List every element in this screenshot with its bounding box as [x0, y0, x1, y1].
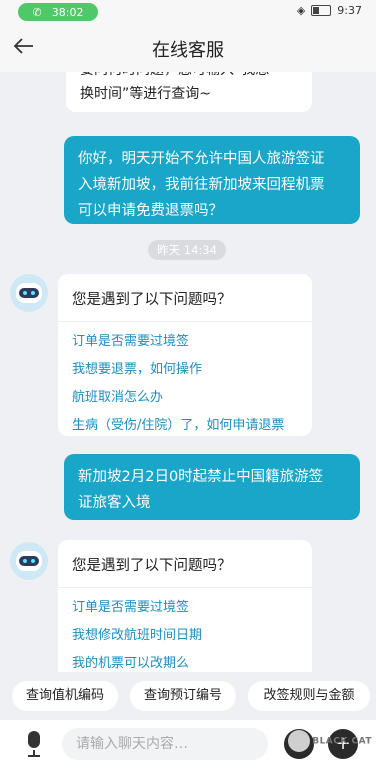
suggestion-link[interactable]: 我的机票可以改期么	[58, 650, 312, 672]
clock: 9:37	[337, 4, 362, 17]
status-bar: ✆ 38:02 ◈ 9:37	[0, 0, 376, 24]
microphone-icon[interactable]	[22, 731, 46, 757]
bot-avatar[interactable]	[10, 542, 48, 580]
bot-suggestion-card: 您是遇到了以下问题吗？ 订单是否需要过境签 我想修改航班时间日期 我的机票可以改…	[58, 540, 312, 672]
user-message: 新加坡2月2日0时起禁止中国籍旅游签 证旅客入境	[64, 454, 360, 520]
suggestion-link[interactable]: 航班取消怎么办	[58, 384, 312, 412]
suggestion-link[interactable]: 生病（受伤/住院）了，如何申请退票	[58, 412, 312, 440]
battery-icon	[311, 5, 332, 16]
bot-avatar[interactable]	[10, 274, 48, 312]
chat-input[interactable]: 请输入聊天内容…	[62, 728, 268, 760]
phone-icon: ✆	[32, 5, 42, 19]
bot-suggestion-card: 您是遇到了以下问题吗？ 订单是否需要过境签 我想要退票，如何操作 航班取消怎么办…	[58, 274, 312, 436]
bot-message-clipped: 要问何时问题，您可输入“我想 换时间”等进行查询~	[66, 72, 312, 112]
ongoing-call-pill[interactable]: ✆ 38:02	[18, 3, 98, 21]
quick-reply-chip[interactable]: 查询预订编号	[130, 681, 236, 711]
quick-reply-chip[interactable]: 改签规则与金额	[248, 681, 370, 711]
nav-header: 在线客服	[0, 24, 376, 72]
call-timer: 38:02	[51, 5, 84, 19]
watermark-text: BLACK CAT	[312, 736, 372, 747]
page-title: 在线客服	[152, 40, 224, 61]
quick-reply-chip[interactable]: 查询值机编码	[12, 681, 118, 711]
suggestion-link[interactable]: 订单是否需要过境签	[58, 594, 312, 622]
user-message-line: 入境新加坡，我前往新加坡来回程机票	[78, 177, 325, 193]
user-message-line: 新加坡2月2日0时起禁止中国籍旅游签	[78, 469, 324, 485]
watermark: BLACK CAT	[288, 730, 372, 752]
suggestion-title: 您是遇到了以下问题吗？	[58, 540, 312, 588]
user-message-line: 可以申请免费退票吗？	[78, 203, 223, 219]
chat-area[interactable]: 要问何时问题，您可输入“我想 换时间”等进行查询~ 你好，明天开始不允许中国人旅…	[0, 72, 376, 672]
suggestion-link[interactable]: 我想修改航班时间日期	[58, 622, 312, 650]
quick-reply-bar: 查询值机编码 查询预订编号 改签规则与金额	[0, 672, 376, 720]
bot-message-line: 要问何时问题，您可输入“我想	[80, 72, 298, 82]
bot-message-line: 换时间”等进行查询~	[80, 86, 211, 102]
user-message: 你好，明天开始不允许中国人旅游签证 入境新加坡，我前往新加坡来回程机票 可以申请…	[64, 136, 360, 224]
vibrate-icon: ◈	[296, 4, 306, 17]
suggestion-title: 您是遇到了以下问题吗？	[58, 274, 312, 322]
user-message-line: 证旅客入境	[78, 495, 151, 511]
status-icons: ◈ 9:37	[297, 4, 362, 17]
suggestion-link[interactable]: 我想要退票，如何操作	[58, 356, 312, 384]
suggestion-link[interactable]: 订单是否需要过境签	[58, 328, 312, 356]
user-message-line: 你好，明天开始不允许中国人旅游签证	[78, 151, 325, 167]
black-cat-logo-icon	[288, 730, 311, 752]
timestamp: 昨天 14:34	[148, 240, 226, 260]
